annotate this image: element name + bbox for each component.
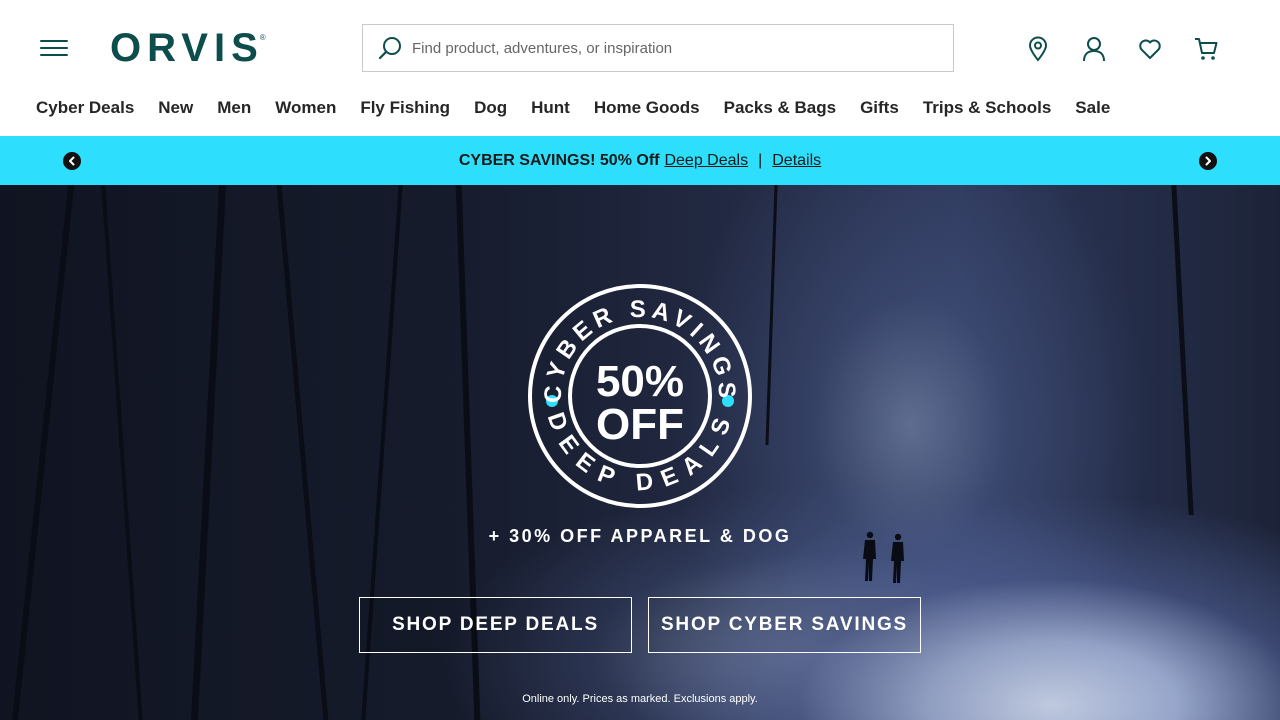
nav-item-home-goods[interactable]: Home Goods [594, 98, 700, 118]
account-icon[interactable] [1078, 33, 1110, 65]
nav-item-sale[interactable]: Sale [1075, 98, 1110, 118]
logo-text: ORVIS [110, 25, 264, 70]
search-input[interactable] [412, 39, 912, 57]
nav-item-men[interactable]: Men [217, 98, 251, 118]
nav-item-cyber-deals[interactable]: Cyber Deals [36, 98, 134, 118]
nav-item-dog[interactable]: Dog [474, 98, 507, 118]
cart-icon[interactable] [1190, 33, 1222, 65]
promo-link-deep-deals[interactable]: Deep Deals [664, 152, 748, 170]
location-pin-icon[interactable] [1022, 33, 1054, 65]
search-bar[interactable] [362, 24, 954, 72]
hero-fine-print: Online only. Prices as marked. Exclusion… [522, 693, 758, 705]
hero-subheadline: + 30% OFF APPAREL & DOG [488, 526, 792, 546]
badge-off: OFF [596, 400, 684, 449]
heart-icon[interactable] [1134, 33, 1166, 65]
promo-banner: CYBER SAVINGS! 50% Off Deep Deals | Deta… [0, 136, 1280, 185]
nav-item-new[interactable]: New [158, 98, 193, 118]
shop-deep-deals-button[interactable]: SHOP DEEP DEALS [359, 597, 632, 653]
promo-separator: | [758, 151, 763, 169]
utility-nav [1022, 33, 1222, 65]
nav-item-fly-fishing[interactable]: Fly Fishing [360, 98, 450, 118]
nav-item-women[interactable]: Women [275, 98, 336, 118]
main-navigation: Cyber Deals New Men Women Fly Fishing Do… [36, 96, 1134, 120]
chevron-left-icon[interactable] [63, 152, 81, 170]
hamburger-menu-icon[interactable] [38, 36, 70, 60]
promo-headline: CYBER SAVINGS! 50% Off [458, 151, 660, 169]
orvis-logo[interactable]: ORVIS ® [110, 24, 266, 72]
chevron-right-icon[interactable] [1199, 152, 1217, 170]
hero-banner[interactable]: CYBER SAVINGS DEEP DEALS 50% OFF + 30% O… [0, 185, 1280, 720]
nav-item-packs-bags[interactable]: Packs & Bags [724, 98, 836, 118]
promo-message: CYBER SAVINGS! 50% Off Deep Deals | Deta… [459, 152, 821, 170]
registered-mark: ® [259, 32, 266, 42]
nav-item-hunt[interactable]: Hunt [531, 98, 570, 118]
promo-link-details[interactable]: Details [772, 152, 821, 170]
nav-item-trips-schools[interactable]: Trips & Schools [923, 98, 1051, 118]
nav-item-gifts[interactable]: Gifts [860, 98, 899, 118]
cyber-savings-badge: CYBER SAVINGS DEEP DEALS 50% OFF [528, 284, 752, 508]
shop-cyber-savings-button[interactable]: SHOP CYBER SAVINGS [648, 597, 921, 653]
site-header: ORVIS ® Find product, adventures, or ins… [0, 0, 1280, 136]
badge-percent: 50% [596, 357, 684, 406]
search-icon[interactable] [376, 34, 404, 62]
